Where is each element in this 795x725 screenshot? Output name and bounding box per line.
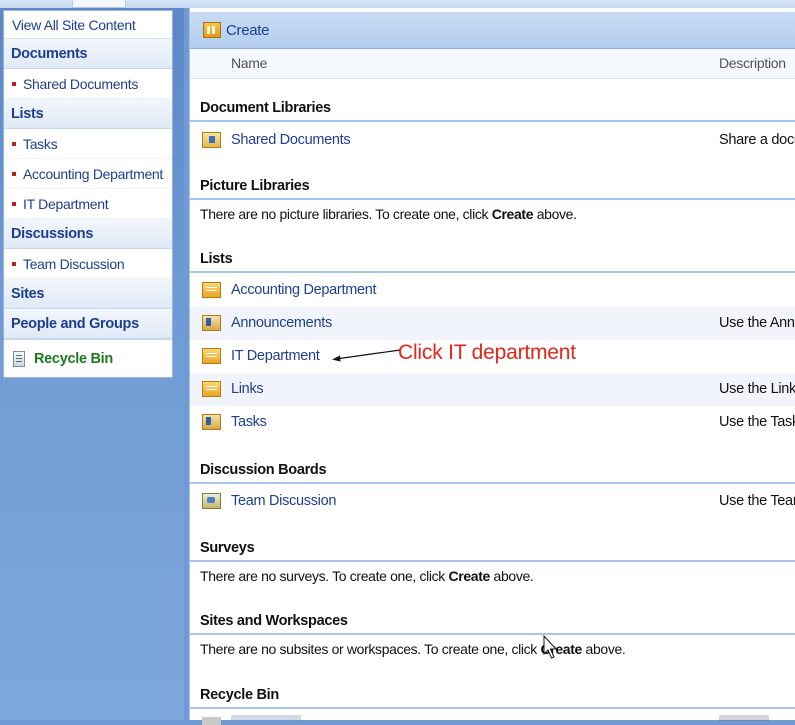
surveys-empty-message: There are no surveys. To create one, cli… <box>190 563 795 589</box>
quick-launch-heading-sites[interactable]: Sites <box>4 279 172 309</box>
quick-launch-item-tasks[interactable]: Tasks <box>4 129 172 159</box>
custom-list-icon <box>202 282 221 298</box>
item-description: Use the Tear <box>719 493 795 509</box>
discussion-board-icon <box>202 493 221 509</box>
picture-libraries-empty-message: There are no picture libraries. To creat… <box>190 201 795 227</box>
item-name[interactable]: Shared Documents <box>231 132 351 148</box>
empty-message-text: There are no picture libraries. To creat… <box>200 206 492 222</box>
recycle-bin-icon <box>13 350 25 367</box>
quick-launch-heading-people-and-groups[interactable]: People and Groups <box>4 309 172 339</box>
item-description: Share a docu <box>719 132 795 148</box>
list-item-links[interactable]: Links Use the Links <box>190 373 795 406</box>
quick-launch-item-team-discussion[interactable]: Team Discussion <box>4 249 172 279</box>
list-item-accounting-department[interactable]: Accounting Department <box>190 274 795 307</box>
list-item-team-discussion[interactable]: Team Discussion Use the Tear <box>190 485 795 518</box>
annotation-text: Click IT department <box>398 341 576 364</box>
annotation-arrow <box>332 349 401 362</box>
page-title: Create <box>226 21 270 39</box>
item-description-partial <box>719 715 769 721</box>
create-keyword: Create <box>448 568 490 584</box>
list-icon <box>202 717 221 725</box>
item-name[interactable]: Accounting Department <box>231 282 377 298</box>
item-description: Use the Ann <box>719 315 795 331</box>
quick-launch-item-it-department[interactable]: IT Department <box>4 189 172 219</box>
item-name-partial <box>231 715 301 721</box>
empty-message-suffix: above. <box>582 641 626 657</box>
create-icon <box>203 22 221 38</box>
quick-launch: View All Site Content Documents Shared D… <box>3 10 173 378</box>
section-heading-recycle-bin: Recycle Bin <box>190 683 795 709</box>
create-title-bar: Create <box>190 12 795 49</box>
item-name[interactable]: IT Department <box>231 348 320 364</box>
document-library-icon <box>202 132 221 148</box>
section-heading-picture-libraries: Picture Libraries <box>190 174 795 200</box>
section-heading-sites-and-workspaces: Sites and Workspaces <box>190 609 795 635</box>
announcements-icon <box>202 315 221 331</box>
list-item-announcements[interactable]: Announcements Use the Ann <box>190 307 795 340</box>
quick-launch-heading-discussions[interactable]: Discussions <box>4 219 172 249</box>
section-heading-lists: Lists <box>190 247 795 273</box>
list-item-shared-documents[interactable]: Shared Documents Share a docu <box>190 124 795 157</box>
list-item-tasks[interactable]: Tasks Use the Task <box>190 406 795 439</box>
item-name[interactable]: Team Discussion <box>231 493 336 509</box>
custom-list-icon <box>202 348 221 364</box>
quick-launch-heading-lists[interactable]: Lists <box>4 99 172 129</box>
view-all-site-content-link[interactable]: View All Site Content <box>4 11 172 39</box>
item-description: Use the Links <box>719 381 795 397</box>
column-header-description[interactable]: Description <box>719 55 786 71</box>
section-heading-surveys: Surveys <box>190 536 795 562</box>
tasks-icon <box>202 414 221 430</box>
sites-workspaces-empty-message: There are no subsites or workspaces. To … <box>190 636 795 662</box>
item-name[interactable]: Tasks <box>231 414 267 430</box>
create-keyword: Create <box>491 206 534 222</box>
item-description: Use the Task <box>719 414 795 430</box>
quick-launch-heading-documents[interactable]: Documents <box>4 39 172 69</box>
empty-message-text: There are no surveys. To create one, cli… <box>200 568 449 584</box>
empty-message-suffix: above. <box>489 568 534 584</box>
column-header-row: Name Description <box>190 49 795 79</box>
section-heading-document-libraries: Document Libraries <box>190 96 795 122</box>
item-name[interactable]: Links <box>231 381 264 397</box>
recycle-bin-label: Recycle Bin <box>34 350 113 367</box>
mouse-cursor-icon <box>543 635 558 659</box>
section-heading-discussion-boards: Discussion Boards <box>190 458 795 484</box>
recycle-bin-link[interactable]: Recycle Bin <box>4 339 172 377</box>
quick-launch-item-shared-documents[interactable]: Shared Documents <box>4 69 172 99</box>
top-tab[interactable] <box>72 0 126 8</box>
empty-message-text: There are no subsites or workspaces. To … <box>200 641 541 657</box>
links-icon <box>202 381 221 397</box>
quick-launch-item-accounting-department[interactable]: Accounting Department <box>4 159 172 189</box>
list-item-partial[interactable] <box>190 714 795 725</box>
column-header-name[interactable]: Name <box>231 55 267 71</box>
item-name[interactable]: Announcements <box>231 315 332 331</box>
empty-message-suffix: above. <box>533 206 577 222</box>
